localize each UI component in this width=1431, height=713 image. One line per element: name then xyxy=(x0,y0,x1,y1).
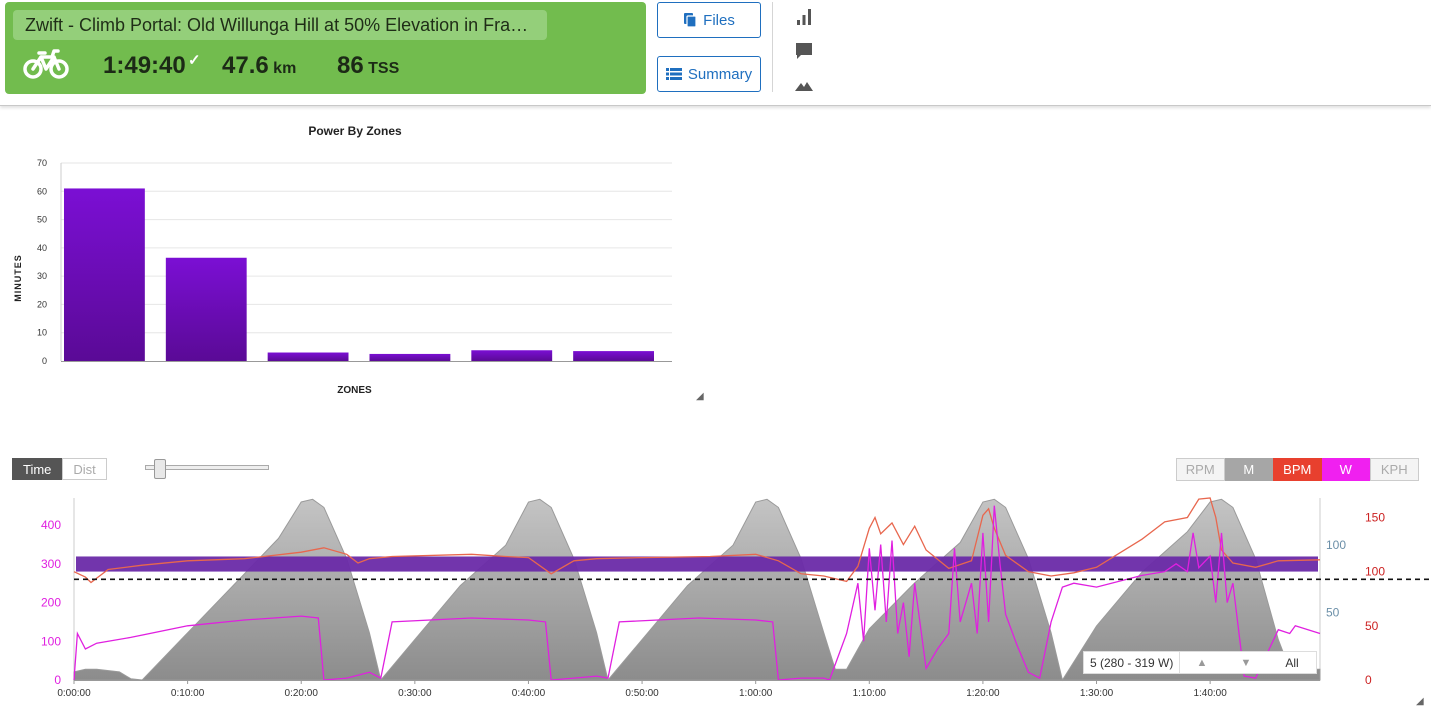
tss-value: 86 xyxy=(337,52,364,79)
series-button-w[interactable]: W xyxy=(1321,458,1370,481)
time-axis-tick-label: 0:40:00 xyxy=(512,688,546,699)
zones-y-axis-label: MINUTES xyxy=(13,254,23,302)
duration-stat: 1:49:40 xyxy=(103,52,186,80)
zone-bar-5 xyxy=(471,350,553,361)
zone-all-button[interactable]: All xyxy=(1268,656,1316,670)
zone-bar-1 xyxy=(64,188,145,361)
power-by-zones-chart: 0 10 20 30 40 50 60 70 ZONES MINUTES Power By Zon… xyxy=(10,118,710,408)
timeline-chart[interactable]: 0 100 200 300 400 50 100 0 50 100 150 0:00:00 0:10:0… xyxy=(0,490,1431,713)
series-toggle-buttons: RPM M BPM W KPH xyxy=(1176,458,1419,481)
distance-stat: 47.6 km xyxy=(222,52,296,80)
zones-y-tick-label: 0 xyxy=(42,356,47,366)
bike-icon xyxy=(23,49,69,79)
workout-summary-card: Zwift - Climb Portal: Old Willunga Hill … xyxy=(5,2,646,94)
activity-header: Zwift - Climb Portal: Old Willunga Hill … xyxy=(0,0,1431,106)
series-button-m[interactable]: M xyxy=(1224,458,1273,481)
files-icon xyxy=(684,13,697,28)
power-axis-tick: 400 xyxy=(41,518,61,532)
zones-y-tick-label: 10 xyxy=(37,328,47,338)
power-axis-tick: 0 xyxy=(54,673,61,687)
zone-selector[interactable]: 5 (280 - 319 W) ▲ ▼ All xyxy=(1083,651,1317,674)
time-axis-tick-label: 1:40:00 xyxy=(1193,688,1227,699)
list-icon xyxy=(665,68,682,80)
power-axis-tick: 300 xyxy=(41,557,61,571)
resize-grip-icon[interactable]: ◢ xyxy=(1416,697,1426,707)
zones-y-tick-label: 50 xyxy=(37,215,47,225)
distance-value: 47.6 xyxy=(222,52,269,79)
power-axis-tick: 200 xyxy=(41,596,61,610)
heart-rate-axis-tick: 100 xyxy=(1365,565,1385,579)
heart-rate-axis-tick: 50 xyxy=(1365,619,1379,633)
summary-button-label: Summary xyxy=(687,65,753,83)
zone-down-arrow-icon[interactable]: ▼ xyxy=(1224,652,1268,673)
time-toggle[interactable]: Time xyxy=(12,458,63,480)
power-axis-tick: 100 xyxy=(41,634,61,648)
time-axis-tick-label: 0:10:00 xyxy=(171,688,205,699)
heart-rate-axis-tick: 150 xyxy=(1365,511,1385,525)
zones-y-tick-label: 70 xyxy=(37,158,47,168)
heart-rate-axis-tick: 0 xyxy=(1365,673,1372,687)
zoom-slider[interactable] xyxy=(145,459,269,479)
zone-selector-label[interactable]: 5 (280 - 319 W) xyxy=(1084,652,1180,673)
series-button-bpm[interactable]: BPM xyxy=(1273,458,1322,481)
time-axis-tick-label: 1:20:00 xyxy=(966,688,1000,699)
zone-bar-2 xyxy=(165,257,247,361)
zones-y-tick-label: 40 xyxy=(37,243,47,253)
elevation-axis-tick: 100 xyxy=(1326,538,1346,552)
tss-stat: 86 TSS xyxy=(337,52,399,80)
zones-y-tick-label: 60 xyxy=(37,186,47,196)
check-icon: ✓ xyxy=(188,52,201,69)
zones-chart-title: Power By Zones xyxy=(308,124,402,138)
elevation-icon[interactable] xyxy=(794,75,814,95)
zone-bar-6 xyxy=(573,351,654,361)
distance-unit: km xyxy=(273,60,297,77)
time-axis-tick-label: 0:20:00 xyxy=(285,688,319,699)
time-axis-tick-label: 1:10:00 xyxy=(853,688,887,699)
resize-grip-icon[interactable]: ◢ xyxy=(696,392,706,402)
files-button[interactable]: Files xyxy=(657,2,761,38)
slider-thumb[interactable] xyxy=(154,459,166,479)
summary-button[interactable]: Summary xyxy=(657,56,761,92)
tss-unit: TSS xyxy=(368,60,400,77)
workout-title[interactable]: Zwift - Climb Portal: Old Willunga Hill … xyxy=(13,10,547,40)
power-zones-svg: 0 10 20 30 40 50 60 70 ZONES MINUTES xyxy=(13,158,672,396)
time-axis-tick-label: 0:00:00 xyxy=(57,688,91,699)
series-button-kph[interactable]: KPH xyxy=(1370,458,1419,481)
dist-toggle[interactable]: Dist xyxy=(62,458,107,480)
time-axis-tick-label: 0:50:00 xyxy=(625,688,659,699)
header-divider xyxy=(772,2,773,92)
zone-bar-4 xyxy=(369,353,451,361)
stats-icon[interactable] xyxy=(794,7,814,27)
zone-bar-3 xyxy=(267,352,349,361)
comment-icon[interactable] xyxy=(794,41,814,61)
duration-value: 1:49:40 xyxy=(103,52,186,79)
zones-y-tick-label: 20 xyxy=(37,299,47,309)
power-zone-band xyxy=(76,556,1318,572)
elevation-axis-tick: 50 xyxy=(1326,606,1340,620)
series-button-rpm[interactable]: RPM xyxy=(1176,458,1225,481)
zones-y-tick-label: 30 xyxy=(37,271,47,281)
time-dist-toggle: Time Dist xyxy=(12,458,107,480)
time-axis-tick-label: 1:00:00 xyxy=(739,688,773,699)
zones-x-axis-label: ZONES xyxy=(337,385,372,396)
files-button-label: Files xyxy=(703,11,735,29)
time-axis-tick-label: 1:30:00 xyxy=(1080,688,1114,699)
time-axis-tick-label: 0:30:00 xyxy=(398,688,432,699)
zone-up-arrow-icon[interactable]: ▲ xyxy=(1180,652,1224,673)
